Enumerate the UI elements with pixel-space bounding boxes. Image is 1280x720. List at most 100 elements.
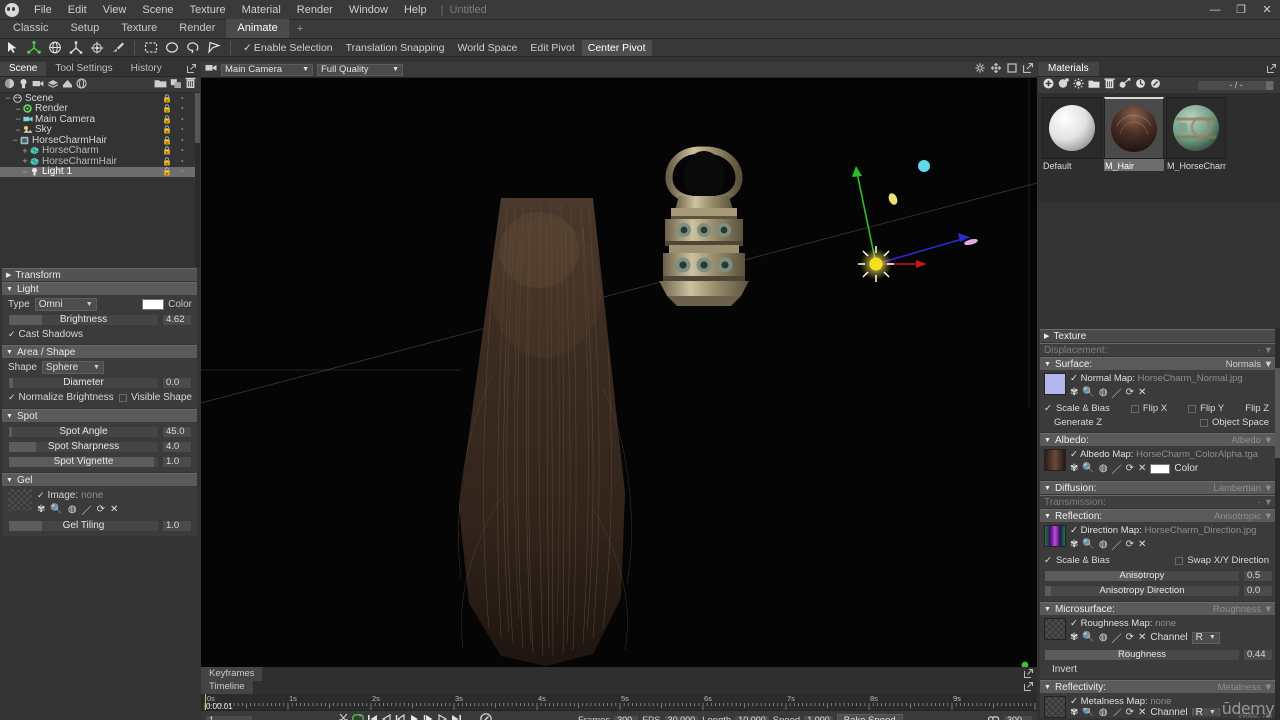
pencil-icon[interactable]: ／: [1112, 630, 1122, 645]
section-microsurface-head[interactable]: ▼ Microsurface: Roughness ▼: [1040, 602, 1277, 615]
spot-sharpness-slider[interactable]: Spot Sharpness: [8, 440, 159, 453]
cut-icon[interactable]: [338, 713, 349, 720]
gel-tiling-slider[interactable]: Gel Tiling: [8, 519, 159, 532]
section-displacement-type[interactable]: - ▼: [1258, 345, 1273, 356]
mesh-icon[interactable]: [4, 78, 15, 92]
rect-select-icon[interactable]: [141, 39, 161, 57]
speed-value[interactable]: 1.000: [803, 714, 834, 720]
section-transmission-type[interactable]: - ▼: [1258, 497, 1273, 508]
light-type-select[interactable]: Omni ▼: [34, 298, 97, 311]
popout-icon[interactable]: [1024, 669, 1033, 681]
checkbox-icon[interactable]: [1130, 404, 1139, 413]
search-icon[interactable]: 🔍: [1082, 463, 1094, 474]
check-icon[interactable]: ✓: [1070, 373, 1078, 384]
albedo-map-thumbnail[interactable]: [1044, 449, 1066, 471]
tree-toggle[interactable]: +: [21, 146, 29, 156]
refresh-icon[interactable]: ⟳: [1126, 632, 1134, 643]
invert-checkbox[interactable]: Invert: [1044, 663, 1273, 675]
refresh-icon[interactable]: [1135, 78, 1146, 92]
pencil-icon[interactable]: ／: [1112, 537, 1122, 552]
light-icon[interactable]: [18, 78, 29, 92]
maximize-button[interactable]: ❐: [1228, 0, 1254, 20]
lock-icon[interactable]: 🔒: [162, 167, 172, 176]
visibility-icon[interactable]: ◔: [179, 157, 184, 166]
close-icon[interactable]: ✕: [1138, 387, 1146, 398]
camera-icon[interactable]: [32, 78, 44, 92]
materials-search-field[interactable]: - / -: [1197, 79, 1275, 91]
tree-row-toggles[interactable]: 🔒 ◔: [162, 115, 184, 124]
close-button[interactable]: ✕: [1254, 0, 1280, 20]
sphere-icon[interactable]: [76, 77, 87, 92]
close-icon[interactable]: ✕: [1138, 463, 1146, 474]
scene-tree[interactable]: − Scene 🔒 ◔ − Render 🔒 ◔ − Main Camera 🔒 ◔: [0, 93, 200, 283]
gear-icon[interactable]: [975, 63, 985, 76]
section-reflection-head[interactable]: ▼ Reflection: Anisotropic ▼: [1040, 509, 1277, 522]
section-reflectivity-type[interactable]: Metalness ▼: [1218, 682, 1273, 693]
refresh-icon[interactable]: ⟳: [1126, 387, 1134, 398]
end-frame-value[interactable]: 300: [1003, 714, 1033, 720]
lock-icon[interactable]: 🔒: [162, 146, 172, 155]
translation-snapping-toggle[interactable]: Translation Snapping: [340, 40, 451, 56]
spot-angle-slider[interactable]: Spot Angle: [8, 425, 159, 438]
visibility-icon[interactable]: ◔: [179, 125, 184, 134]
cast-shadows-checkbox[interactable]: ✓ Cast Shadows: [8, 328, 192, 340]
lock-icon[interactable]: 🔒: [162, 157, 172, 166]
menu-item-texture[interactable]: Texture: [182, 2, 234, 18]
visibility-icon[interactable]: ◔: [179, 136, 184, 145]
tree-item-main-camera[interactable]: − Main Camera 🔒 ◔: [0, 114, 200, 125]
check-icon[interactable]: ✓: [1044, 555, 1052, 566]
menu-item-window[interactable]: Window: [341, 2, 396, 18]
diameter-value[interactable]: 0.0: [162, 376, 192, 389]
record-icon[interactable]: [480, 712, 493, 720]
tree-row-toggles[interactable]: 🔒 ◔: [162, 146, 184, 155]
tree-row-toggles[interactable]: 🔒 ◔: [162, 157, 184, 166]
ellipse-select-icon[interactable]: [162, 39, 182, 57]
material-thumbnail[interactable]: [1166, 97, 1226, 159]
tree-toggle[interactable]: −: [14, 104, 22, 114]
roughness-channel-select[interactable]: R ▼: [1191, 631, 1220, 644]
tab-classic[interactable]: Classic: [2, 19, 59, 38]
lock-icon[interactable]: 🔒: [162, 104, 172, 113]
check-icon[interactable]: ✓: [1070, 449, 1078, 460]
normal-map-thumbnail[interactable]: [1044, 373, 1066, 395]
brightness-value[interactable]: 4.62: [162, 313, 192, 326]
light-color-swatch[interactable]: [142, 299, 165, 310]
spot-angle-value[interactable]: 45.0: [162, 425, 192, 438]
section-displacement-head[interactable]: Displacement: - ▼: [1040, 343, 1277, 356]
tree-scrollbar-thumb[interactable]: [195, 93, 200, 143]
bake-speed-button[interactable]: Bake Speed: [836, 714, 903, 720]
material-cell-m-horsecharm[interactable]: M_HorseCharm: [1166, 97, 1226, 203]
tree-row-toggles[interactable]: 🔒 ◔: [162, 136, 184, 145]
anisotropy-value[interactable]: 0.5: [1243, 569, 1273, 582]
direction-map-thumbnail[interactable]: [1044, 525, 1066, 547]
checkbox-icon[interactable]: [1199, 418, 1208, 427]
add-icon[interactable]: [1043, 78, 1054, 92]
frames-value[interactable]: 300: [613, 714, 640, 720]
tab-animate[interactable]: Animate: [226, 19, 289, 38]
search-icon[interactable]: 🔍: [1082, 708, 1094, 716]
lasso-select-icon[interactable]: [183, 39, 203, 57]
tab-history[interactable]: History: [122, 62, 171, 76]
tree-item-horsecharmhair-group[interactable]: − HorseCharmHair 🔒 ◔: [0, 135, 200, 146]
gear-icon[interactable]: ✾: [1070, 387, 1078, 398]
close-icon[interactable]: ✕: [1138, 539, 1146, 550]
menu-item-scene[interactable]: Scene: [134, 2, 181, 18]
visible-shape-checkbox[interactable]: Visible Shape: [119, 392, 192, 404]
loop-icon[interactable]: [352, 713, 365, 720]
step-forward-icon[interactable]: [423, 714, 434, 720]
timeline-ruler[interactable]: 0s 0:00.01 1s 2s 3s 4s 5s 6s 7s 8s 9s: [201, 694, 1037, 711]
gel-image-row[interactable]: ✓ Image: none: [37, 489, 192, 501]
tree-item-scene[interactable]: − Scene 🔒 ◔: [0, 93, 200, 104]
shape-select[interactable]: Sphere ▼: [41, 361, 104, 374]
refresh-icon[interactable]: ⟳: [97, 504, 105, 515]
duplicate-icon[interactable]: [170, 78, 182, 92]
tree-toggle[interactable]: −: [11, 135, 19, 145]
generate-z-label[interactable]: Generate Z: [1054, 417, 1102, 428]
section-surface-type[interactable]: Normals ▼: [1226, 359, 1273, 370]
gear-icon[interactable]: ✾: [1070, 539, 1078, 550]
lock-icon[interactable]: 🔒: [162, 94, 172, 103]
visibility-icon[interactable]: ◔: [179, 146, 184, 155]
paint-icon[interactable]: [108, 39, 128, 57]
eyedropper-icon[interactable]: ◍: [1099, 463, 1108, 474]
tree-row-toggles[interactable]: 🔒 ◔: [162, 104, 184, 113]
